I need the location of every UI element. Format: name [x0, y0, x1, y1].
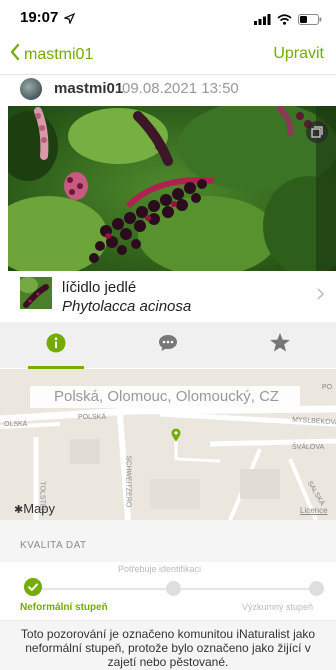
star-icon: [269, 332, 291, 358]
navigation-bar: mastmi01 Upravit: [0, 34, 336, 75]
data-quality-description: Toto pozorování je označeno komunitou iN…: [0, 620, 336, 670]
map-street-label: ŠVÁLOVA: [292, 444, 325, 451]
map-street-label: OLSKÁ: [4, 421, 28, 428]
edit-button[interactable]: Upravit: [273, 45, 324, 63]
mapy-brand-icon: ✱: [14, 504, 24, 516]
map-street-label: SCHWEITZERO: [124, 455, 132, 508]
back-button[interactable]: mastmi01: [10, 43, 94, 65]
info-icon: [46, 333, 66, 358]
chevron-right-icon: [317, 287, 325, 305]
data-quality-title: KVALITA DAT: [20, 540, 87, 551]
location-arrow-icon: [63, 11, 76, 29]
check-circle-icon: [24, 578, 42, 601]
quality-dot-research: [309, 581, 324, 596]
observer-name[interactable]: mastmi01: [54, 80, 123, 97]
observation-date: 09.08.2021 13:50: [122, 80, 239, 97]
quality-level-research: Výzkumný stupeň: [242, 602, 314, 612]
tab-info[interactable]: [0, 322, 112, 368]
mapy-brand-text: Mapy: [23, 501, 56, 516]
map-street-label: POLSKÁ: [78, 414, 107, 421]
taxon-scientific-name: Phytolacca acinosa: [62, 298, 192, 315]
quality-dot-needs-id: [166, 581, 181, 596]
status-bar: 19:07: [0, 0, 336, 34]
photo-gallery-icon[interactable]: [306, 121, 328, 143]
quality-level-needs-id: Potřebuje identifikaci: [118, 564, 202, 574]
map-location-label: Polská, Olomouc, Olomoucký, CZ: [30, 386, 300, 408]
tab-comments[interactable]: [112, 322, 224, 368]
taxon-common-name: líčidlo jedlé: [62, 279, 137, 296]
avatar[interactable]: [20, 78, 42, 100]
map-licence-link[interactable]: Licence: [300, 506, 328, 515]
map-pin-icon[interactable]: [171, 428, 181, 447]
chevron-left-icon: [10, 43, 20, 65]
mapy-logo: ✱Mapy: [14, 501, 55, 516]
cellular-signal-icon: [254, 12, 271, 30]
wifi-icon: [277, 12, 292, 30]
quality-level-casual: Neformální stupeň: [20, 602, 108, 613]
tab-favorites[interactable]: [224, 322, 336, 368]
back-label: mastmi01: [24, 45, 94, 63]
battery-icon: [298, 12, 322, 30]
map-street-label: PO: [322, 384, 333, 391]
taxon-thumbnail: [20, 277, 52, 309]
status-time: 19:07: [20, 9, 59, 26]
chat-icon: [157, 333, 179, 358]
observation-photo[interactable]: [8, 106, 336, 271]
